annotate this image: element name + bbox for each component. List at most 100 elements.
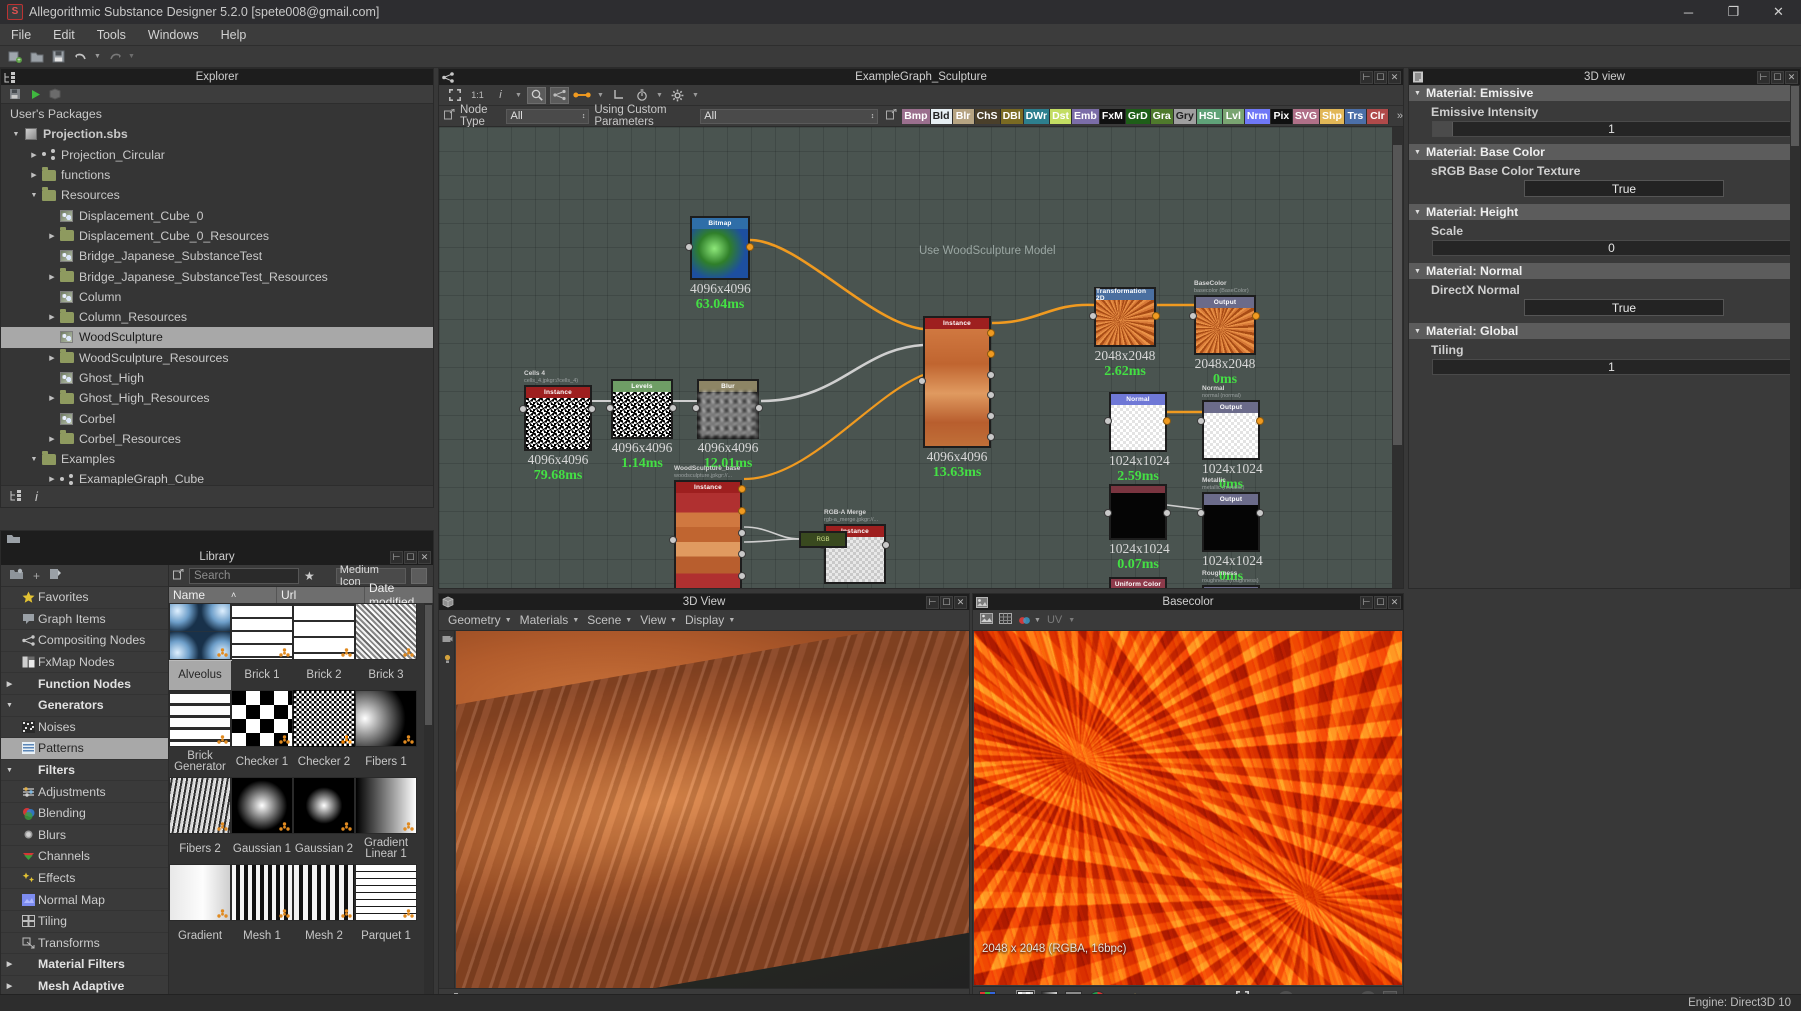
- node-output-port[interactable]: [1152, 312, 1160, 320]
- node-box[interactable]: Output: [1202, 585, 1260, 588]
- node-output-port[interactable]: [987, 391, 995, 400]
- explorer-row[interactable]: Ghost_High: [1, 368, 433, 388]
- category-arrow-icon[interactable]: ▼: [1, 702, 18, 709]
- node-tag-dst[interactable]: Dst: [1050, 108, 1073, 124]
- explorer-row[interactable]: WoodSculpture: [1, 327, 433, 348]
- node-input-port[interactable]: [1197, 509, 1205, 517]
- library-category-noises[interactable]: Noises: [1, 717, 168, 739]
- graph-node-main[interactable]: Instance 4096x4096 13.63ms: [923, 309, 991, 481]
- library-category-patterns[interactable]: Patterns: [1, 738, 168, 760]
- fit-view-icon[interactable]: [445, 87, 464, 104]
- library-item[interactable]: Alveolus: [169, 603, 232, 690]
- node-output-port[interactable]: [987, 412, 995, 421]
- node-tag-svg[interactable]: SVG: [1292, 108, 1321, 124]
- explorer-row[interactable]: ▶ functions: [1, 165, 433, 185]
- expand-arrow-icon[interactable]: ▶: [46, 232, 58, 240]
- library-col-date[interactable]: Date modified: [365, 581, 433, 609]
- expand-arrow-icon[interactable]: ▶: [46, 354, 58, 362]
- library-category-channels[interactable]: Channels: [1, 846, 168, 868]
- node-output-port[interactable]: [738, 485, 746, 493]
- explorer-row[interactable]: Column: [1, 287, 433, 307]
- library-close-icon[interactable]: ✕: [418, 550, 431, 564]
- node-tag-bmp[interactable]: Bmp: [902, 108, 931, 124]
- library-category-fxmap-nodes[interactable]: FxMap Nodes: [1, 652, 168, 674]
- expand-arrow-icon[interactable]: ▼: [28, 192, 40, 199]
- graph-node-metallic[interactable]: 1024x1024 0.07ms: [1109, 477, 1170, 573]
- slider-handle[interactable]: [1433, 122, 1453, 136]
- node-box[interactable]: Uniform Color: [1109, 577, 1167, 588]
- node-input-port[interactable]: [519, 405, 527, 413]
- node-input-port[interactable]: [918, 377, 926, 385]
- custom-params-select[interactable]: All ↕: [700, 108, 879, 124]
- undo-caret-icon[interactable]: ▼: [93, 53, 102, 60]
- basecolor-channel-select[interactable]: ▼: [1018, 615, 1041, 626]
- library-category-compositing-nodes[interactable]: Compositing Nodes: [1, 630, 168, 652]
- library-item[interactable]: Brick 2: [293, 603, 355, 690]
- tags-more-icon[interactable]: »: [1394, 110, 1403, 122]
- node-tag-dwr[interactable]: DWr: [1023, 108, 1051, 124]
- undo-icon[interactable]: [71, 48, 90, 66]
- explorer-row[interactable]: ▶ Corbel_Resources: [1, 429, 433, 449]
- explorer-row[interactable]: ▶ ExamapleGraph_Cube: [1, 469, 433, 485]
- graph-info-caret-icon[interactable]: ▼: [514, 92, 523, 99]
- node-input-port[interactable]: [1104, 509, 1112, 517]
- viewport-dock-icon[interactable]: ⊢: [926, 595, 939, 609]
- explorer-tab-tree-icon[interactable]: [10, 489, 23, 504]
- graph-node-rgbamerge[interactable]: RGB-A Merge rgb-a_merge.jpkgr://... Instan…: [824, 509, 886, 588]
- graph-node-cells4[interactable]: Cells 4 cells_4.jpkgr://cells_4) Instance 4…: [524, 370, 592, 484]
- library-category-blending[interactable]: Blending: [1, 803, 168, 825]
- node-output-port[interactable]: [1256, 509, 1264, 517]
- basecolor-close-icon[interactable]: ✕: [1388, 595, 1401, 609]
- gear-caret-icon[interactable]: ▼: [691, 92, 700, 99]
- node-output-port[interactable]: [738, 528, 746, 537]
- viewport-float-icon[interactable]: ☐: [940, 595, 953, 609]
- node-input-port[interactable]: [1089, 312, 1097, 320]
- library-col-name[interactable]: Name ˄: [169, 587, 277, 603]
- library-collection-icon[interactable]: [9, 568, 24, 583]
- library-item[interactable]: Checker 1: [231, 690, 293, 777]
- library-dock-icon[interactable]: ⊢: [390, 550, 403, 564]
- node-output-port[interactable]: [588, 405, 596, 413]
- explorer-row[interactable]: ▶ Projection_Circular: [1, 145, 433, 165]
- viewport-menu-geometry[interactable]: Geometry ▼: [446, 613, 514, 627]
- filter-popout-icon[interactable]: [444, 108, 455, 123]
- graph-node-woodsculpture[interactable]: WoodSculpture_base woodsculpture.jpkgr://…: [674, 465, 742, 588]
- node-type-tag-bar[interactable]: Bmp Bld Blr ChS DBl DWr Dst Emb FxM GrD Gra Gry HSL L…: [902, 108, 1389, 124]
- node-input-port[interactable]: [1197, 417, 1205, 425]
- category-arrow-icon[interactable]: ▶: [1, 982, 18, 990]
- new-icon[interactable]: +: [5, 48, 24, 66]
- library-category-function-nodes[interactable]: ▶ Function Nodes: [1, 673, 168, 695]
- connector-caret-icon[interactable]: ▼: [596, 92, 605, 99]
- properties-list[interactable]: ▼ Material: Emissive Emissive Intensity 1 ▼ M…: [1409, 85, 1800, 375]
- library-item[interactable]: Parquet 1: [355, 864, 417, 951]
- explorer-row[interactable]: ▶ Displacement_Cube_0_Resources: [1, 226, 433, 246]
- library-add-icon[interactable]: +: [33, 569, 40, 583]
- node-tag-dbl[interactable]: DBl: [1000, 108, 1024, 124]
- explorer-row[interactable]: Displacement_Cube_0: [1, 205, 433, 225]
- explorer-row[interactable]: Bridge_Japanese_SubstanceTest: [1, 246, 433, 266]
- expand-arrow-icon[interactable]: ▶: [46, 394, 58, 402]
- library-search-input[interactable]: Search: [189, 567, 299, 584]
- library-item[interactable]: Gradient: [169, 864, 231, 951]
- node-tag-trs[interactable]: Trs: [1344, 108, 1367, 124]
- expand-arrow-icon[interactable]: ▶: [28, 151, 40, 159]
- library-category-transforms[interactable]: Transforms: [1, 933, 168, 955]
- property-group-header[interactable]: ▼ Material: Normal: [1409, 263, 1800, 279]
- graph-float-icon[interactable]: ☐: [1374, 70, 1387, 84]
- node-input-port[interactable]: [1189, 312, 1197, 320]
- node-input-port[interactable]: [1104, 417, 1112, 425]
- node-tag-bld[interactable]: Bld: [930, 108, 953, 124]
- node-tag-pix[interactable]: Pix: [1270, 108, 1293, 124]
- link-tool-icon[interactable]: [550, 86, 569, 104]
- explorer-row[interactable]: ▶ Ghost_High_Resources: [1, 388, 433, 408]
- graph-info-icon[interactable]: i: [491, 87, 510, 104]
- graph-node-normal[interactable]: Normal 1024x1024 2.59ms: [1109, 385, 1170, 485]
- properties-float-icon[interactable]: ☐: [1771, 70, 1784, 84]
- explorer-row[interactable]: ▼ Resources: [1, 185, 433, 205]
- library-item[interactable]: Brick Generator: [169, 690, 231, 777]
- library-scrollbar[interactable]: [424, 603, 433, 1010]
- library-col-url[interactable]: Url: [277, 587, 365, 603]
- graph-node-out_rough[interactable]: Roughnessroughness (roughness)Output1024…: [1202, 570, 1260, 588]
- menu-help[interactable]: Help: [210, 25, 258, 45]
- node-input-port[interactable]: [606, 404, 614, 412]
